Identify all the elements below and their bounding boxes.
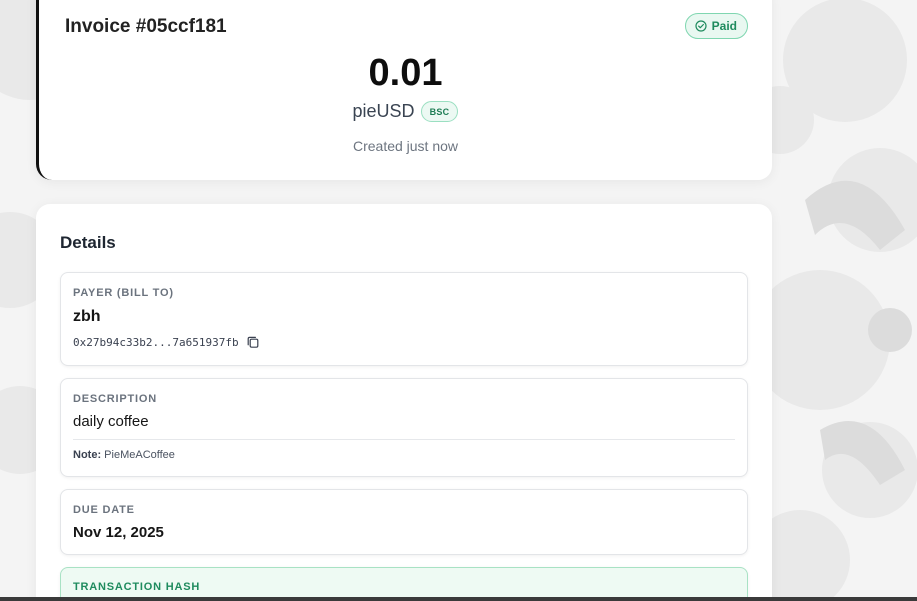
transaction-hash-label: TRANSACTION HASH — [73, 581, 201, 593]
status-badge: Paid — [684, 13, 748, 39]
copy-icon[interactable] — [246, 335, 260, 349]
transaction-hash-section: TRANSACTION HASH — [60, 567, 748, 601]
note-label: Note: — [73, 449, 102, 461]
note-value: PieMeACoffee — [104, 449, 175, 461]
due-date-section: DUE DATE Nov 12, 2025 — [60, 489, 748, 555]
description-section: DESCRIPTION daily coffee Note: PieMeACof… — [60, 378, 748, 477]
invoice-title: Invoice #05ccf181 — [65, 16, 227, 37]
payer-label: PAYER (BILL TO) — [73, 287, 174, 299]
payer-name: zbh — [73, 308, 101, 325]
check-circle-icon — [695, 20, 707, 32]
due-date-value: Nov 12, 2025 — [73, 524, 164, 541]
due-date-label: DUE DATE — [73, 504, 135, 516]
details-title: Details — [60, 233, 116, 252]
currency-row: pieUSD BSC — [39, 101, 772, 122]
bottom-edge-bar — [0, 597, 917, 601]
created-timestamp: Created just now — [352, 138, 459, 154]
invoice-summary-card: Invoice #05ccf181 Paid 0.01 pieUSD BSC C… — [36, 0, 772, 180]
details-card: Details PAYER (BILL TO) zbh 0x27b94c33b2… — [36, 204, 772, 601]
status-label: Paid — [711, 19, 737, 33]
description-divider — [73, 439, 735, 440]
payer-section: PAYER (BILL TO) zbh 0x27b94c33b2...7a651… — [60, 272, 748, 366]
description-label: DESCRIPTION — [73, 393, 157, 405]
currency-label: pieUSD — [352, 101, 415, 121]
invoice-amount: 0.01 — [368, 52, 443, 94]
chain-badge: BSC — [420, 101, 459, 122]
description-note: Note: PieMeACoffee — [73, 449, 175, 461]
payer-address: 0x27b94c33b2...7a651937fb — [73, 335, 239, 349]
payer-address-row: 0x27b94c33b2...7a651937fb — [73, 335, 260, 349]
description-value: daily coffee — [73, 413, 149, 430]
